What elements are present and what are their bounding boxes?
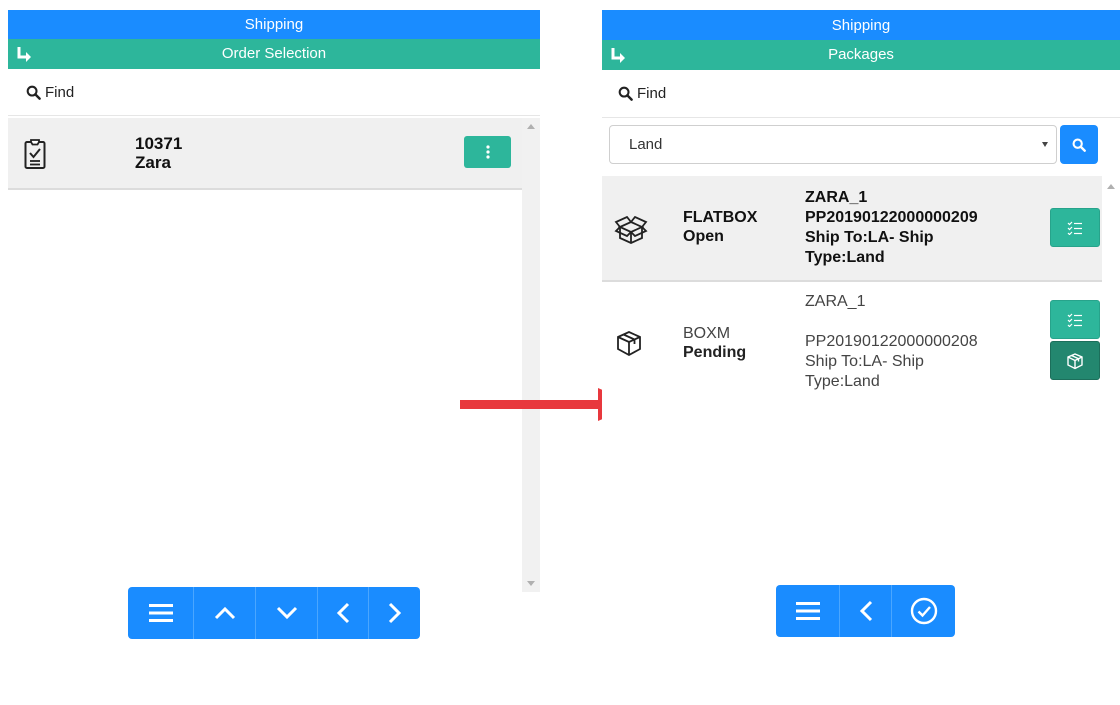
- closed-box-icon: [617, 331, 641, 357]
- order-selection-screen: Shipping Order Selection Find 10371 Zara: [8, 10, 540, 650]
- package-ship-to: Ship To:LA- Ship: [805, 353, 924, 370]
- navigation-toolbar: [776, 585, 955, 637]
- package-type-name: FLATBOX: [683, 209, 758, 226]
- package-details-button[interactable]: [1050, 208, 1100, 247]
- package-box-icon: [1067, 352, 1083, 369]
- checklist-icon: [1067, 221, 1082, 235]
- order-list-item[interactable]: 10371 Zara: [8, 118, 522, 190]
- scrollbar[interactable]: [522, 118, 540, 592]
- dropdown-caret-icon: [1042, 142, 1048, 147]
- package-name: ZARA_1: [805, 189, 868, 206]
- find-label: Find: [45, 83, 75, 101]
- find-button[interactable]: Find: [8, 69, 540, 116]
- screen-title: Order Selection: [221, 45, 327, 62]
- clipboard-check-icon: [24, 139, 46, 169]
- package-type-name: BOXM: [683, 325, 731, 342]
- ship-type-select[interactable]: Land: [609, 125, 1057, 164]
- order-info: 10371 Zara: [135, 134, 182, 172]
- package-details-button[interactable]: [1050, 300, 1100, 339]
- menu-icon: [795, 602, 820, 620]
- chevron-left-icon: [336, 602, 350, 624]
- kebab-menu-icon: [485, 145, 490, 159]
- package-type: BOXM Pending: [683, 324, 746, 362]
- check-circle-icon: [910, 597, 937, 625]
- back-button[interactable]: [839, 585, 891, 637]
- menu-icon: [148, 604, 173, 622]
- search-icon: [1072, 138, 1086, 152]
- app-title: Shipping: [8, 10, 540, 39]
- chevron-down-icon: [276, 606, 297, 620]
- package-ship-type: Type:Land: [805, 373, 880, 390]
- menu-button[interactable]: [128, 587, 193, 639]
- close-package-button[interactable]: [1050, 341, 1100, 380]
- search-button[interactable]: [1060, 125, 1098, 164]
- package-ship-to: Ship To:LA- Ship: [805, 229, 934, 246]
- scroll-up-button[interactable]: [193, 587, 255, 639]
- app-title: Shipping: [602, 10, 1120, 40]
- package-id: PP20190122000000209: [805, 209, 978, 226]
- checklist-icon: [1067, 313, 1082, 327]
- confirm-button[interactable]: [891, 585, 955, 637]
- screen-title-bar: Order Selection: [8, 39, 540, 69]
- package-name: ZARA_1: [805, 293, 866, 310]
- filter-row: Land: [609, 125, 1115, 165]
- search-icon: [26, 85, 41, 100]
- package-ship-type: Type:Land: [805, 249, 885, 266]
- navigation-toolbar: [128, 587, 420, 639]
- package-status: Open: [683, 228, 724, 245]
- find-button[interactable]: Find: [602, 70, 1120, 118]
- package-id: PP20190122000000208: [805, 333, 978, 350]
- ship-type-value: Land: [629, 136, 663, 153]
- chevron-left-icon: [859, 600, 872, 622]
- scroll-down-button[interactable]: [255, 587, 317, 639]
- package-status: Pending: [683, 344, 747, 361]
- order-number: 10371: [135, 134, 183, 153]
- menu-button[interactable]: [776, 585, 839, 637]
- package-list-item[interactable]: BOXM Pending ZARA_1 PP20190122000000208 …: [602, 284, 1102, 414]
- scrollbar[interactable]: [1102, 176, 1120, 660]
- packages-screen: Shipping Packages Find Land FLATBOX Open…: [602, 10, 1120, 660]
- package-info: ZARA_1 PP20190122000000208 Ship To:LA- S…: [805, 292, 1020, 392]
- previous-button[interactable]: [317, 587, 368, 639]
- screen-title-bar: Packages: [602, 40, 1120, 70]
- return-arrow-icon[interactable]: [610, 47, 626, 63]
- chevron-right-icon: [388, 602, 401, 624]
- chevron-up-icon: [214, 606, 235, 620]
- find-label: Find: [637, 85, 667, 102]
- open-box-icon: [614, 216, 648, 244]
- return-arrow-icon[interactable]: [16, 46, 32, 62]
- order-customer: Zara: [135, 153, 171, 172]
- screen-title: Packages: [828, 46, 894, 63]
- package-list-item[interactable]: FLATBOX Open ZARA_1 PP20190122000000209 …: [602, 176, 1102, 282]
- order-actions-button[interactable]: [464, 136, 511, 168]
- package-info: ZARA_1 PP20190122000000209 Ship To:LA- S…: [805, 188, 1020, 268]
- package-type: FLATBOX Open: [683, 208, 757, 246]
- next-button[interactable]: [368, 587, 420, 639]
- search-icon: [618, 86, 633, 101]
